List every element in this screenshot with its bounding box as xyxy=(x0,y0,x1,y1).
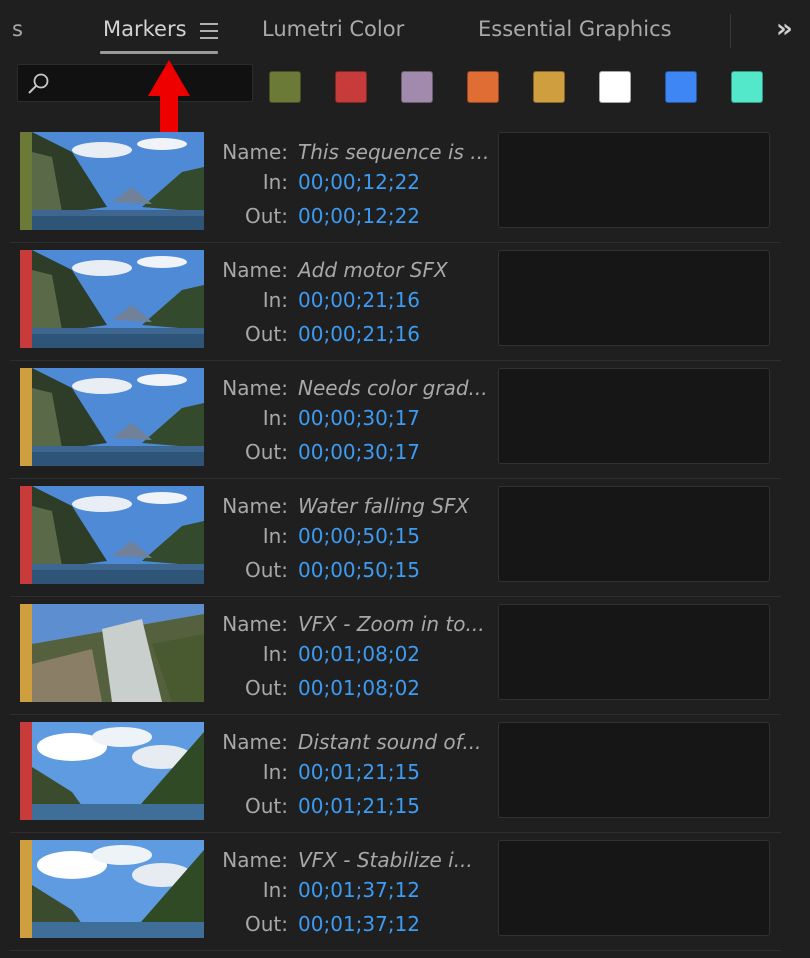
marker-in-timecode[interactable]: 00;00;30;17 xyxy=(298,406,420,430)
marker-comment-field[interactable] xyxy=(498,840,770,936)
name-label: Name: xyxy=(222,494,288,518)
out-label: Out: xyxy=(245,558,288,582)
marker-thumbnail[interactable] xyxy=(32,132,204,230)
name-label: Name: xyxy=(222,730,288,754)
name-label: Name: xyxy=(222,848,288,872)
marker-name[interactable]: Water falling SFX xyxy=(298,494,469,518)
in-label: In: xyxy=(262,170,288,194)
search-icon xyxy=(28,73,49,94)
color-filter-yellow[interactable] xyxy=(533,71,565,103)
overflow-chevron-icon[interactable]: » xyxy=(776,14,793,44)
active-tab-underline xyxy=(100,51,218,54)
marker-color-bar[interactable] xyxy=(20,486,32,584)
marker-row[interactable]: Name: This sequence is ... In: 00;00;12;… xyxy=(10,124,781,243)
tab-lumetri-color[interactable]: Lumetri Color xyxy=(262,17,404,41)
in-label: In: xyxy=(262,406,288,430)
marker-thumbnail[interactable] xyxy=(32,250,204,348)
marker-row[interactable]: Name: Water falling SFX In: 00;00;50;15 … xyxy=(10,478,781,597)
tab-markers[interactable]: Markers xyxy=(103,17,187,41)
marker-out-timecode[interactable]: 00;00;30;17 xyxy=(298,440,420,464)
marker-name[interactable]: VFX - Zoom in to... xyxy=(298,612,485,636)
in-label: In: xyxy=(262,760,288,784)
color-filter-white[interactable] xyxy=(599,71,631,103)
marker-color-bar[interactable] xyxy=(20,722,32,820)
marker-color-bar[interactable] xyxy=(20,604,32,702)
in-label: In: xyxy=(262,642,288,666)
marker-out-timecode[interactable]: 00;00;21;16 xyxy=(298,322,420,346)
color-filter-orange[interactable] xyxy=(467,71,499,103)
in-label: In: xyxy=(262,524,288,548)
name-label: Name: xyxy=(222,258,288,282)
tab-partial[interactable]: s xyxy=(12,17,23,41)
marker-comment-field[interactable] xyxy=(498,722,770,818)
panel-menu-icon[interactable] xyxy=(200,23,218,39)
marker-color-bar[interactable] xyxy=(20,132,32,230)
marker-comment-field[interactable] xyxy=(498,132,770,228)
out-label: Out: xyxy=(245,440,288,464)
marker-out-timecode[interactable]: 00;01;21;15 xyxy=(298,794,420,818)
tab-divider xyxy=(730,14,731,48)
marker-thumbnail[interactable] xyxy=(32,368,204,466)
out-label: Out: xyxy=(245,204,288,228)
out-label: Out: xyxy=(245,676,288,700)
marker-name[interactable]: Needs color grad... xyxy=(298,376,488,400)
color-filter-red[interactable] xyxy=(335,71,367,103)
marker-thumbnail[interactable] xyxy=(32,722,204,820)
marker-thumbnail[interactable] xyxy=(32,604,204,702)
marker-thumbnail[interactable] xyxy=(32,486,204,584)
search-input[interactable] xyxy=(17,64,253,102)
marker-in-timecode[interactable]: 00;00;12;22 xyxy=(298,170,420,194)
color-filter-violet[interactable] xyxy=(401,71,433,103)
out-label: Out: xyxy=(245,322,288,346)
marker-row[interactable]: Name: VFX - Zoom in to... In: 00;01;08;0… xyxy=(10,596,781,715)
marker-name[interactable]: This sequence is ... xyxy=(298,140,489,164)
marker-in-timecode[interactable]: 00;00;50;15 xyxy=(298,524,420,548)
color-filter-teal[interactable] xyxy=(731,71,763,103)
marker-in-timecode[interactable]: 00;01;21;15 xyxy=(298,760,420,784)
name-label: Name: xyxy=(222,612,288,636)
in-label: In: xyxy=(262,288,288,312)
marker-color-bar[interactable] xyxy=(20,368,32,466)
name-label: Name: xyxy=(222,140,288,164)
panel-tab-bar: s Markers Lumetri Color Essential Graphi… xyxy=(0,0,810,58)
marker-row[interactable]: Name: Distant sound of... In: 00;01;21;1… xyxy=(10,714,781,833)
marker-thumbnail[interactable] xyxy=(32,840,204,938)
marker-out-timecode[interactable]: 00;01;37;12 xyxy=(298,912,420,936)
marker-in-timecode[interactable]: 00;01;37;12 xyxy=(298,878,420,902)
marker-row[interactable]: Name: Needs color grad... In: 00;00;30;1… xyxy=(10,360,781,479)
marker-comment-field[interactable] xyxy=(498,250,770,346)
marker-in-timecode[interactable]: 00;01;08;02 xyxy=(298,642,420,666)
marker-name[interactable]: VFX - Stabilize i... xyxy=(298,848,473,872)
in-label: In: xyxy=(262,878,288,902)
color-filter-blue[interactable] xyxy=(665,71,697,103)
name-label: Name: xyxy=(222,376,288,400)
color-filter-green[interactable] xyxy=(269,71,301,103)
marker-comment-field[interactable] xyxy=(498,368,770,464)
marker-out-timecode[interactable]: 00;00;50;15 xyxy=(298,558,420,582)
out-label: Out: xyxy=(245,912,288,936)
marker-name[interactable]: Add motor SFX xyxy=(298,258,448,282)
marker-color-bar[interactable] xyxy=(20,840,32,938)
marker-color-bar[interactable] xyxy=(20,250,32,348)
marker-out-timecode[interactable]: 00;00;12;22 xyxy=(298,204,420,228)
out-label: Out: xyxy=(245,794,288,818)
marker-row[interactable]: Name: Add motor SFX In: 00;00;21;16 Out:… xyxy=(10,242,781,361)
marker-comment-field[interactable] xyxy=(498,486,770,582)
marker-out-timecode[interactable]: 00;01;08;02 xyxy=(298,676,420,700)
marker-in-timecode[interactable]: 00;00;21;16 xyxy=(298,288,420,312)
tab-essential-graphics[interactable]: Essential Graphics xyxy=(478,17,672,41)
marker-name[interactable]: Distant sound of... xyxy=(298,730,481,754)
marker-row[interactable]: Name: VFX - Stabilize i... In: 00;01;37;… xyxy=(10,832,781,951)
marker-comment-field[interactable] xyxy=(498,604,770,700)
